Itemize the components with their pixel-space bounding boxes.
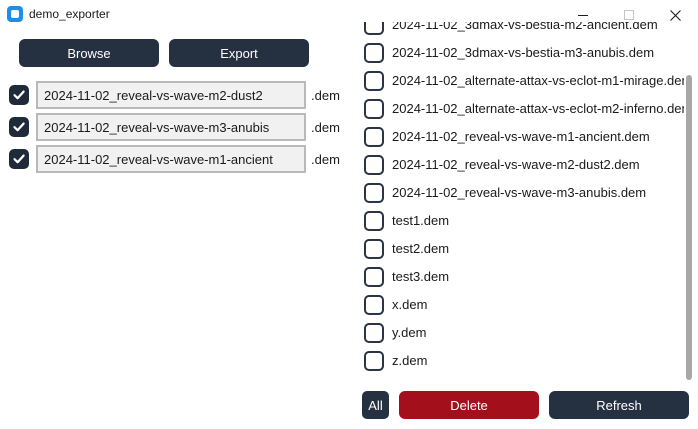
- file-name-label: 2024-11-02_reveal-vs-wave-m2-dust2.dem: [392, 157, 640, 172]
- file-checkbox[interactable]: [364, 211, 384, 231]
- file-list-item[interactable]: test3.dem: [364, 263, 684, 291]
- file-list-item[interactable]: 2024-11-02_3dmax-vs-bestia-m3-anubis.dem: [364, 39, 684, 67]
- file-name-label: 2024-11-02_3dmax-vs-bestia-m2-ancient.de…: [392, 22, 658, 32]
- file-checkbox[interactable]: [364, 127, 384, 147]
- file-name-label: test3.dem: [392, 269, 450, 284]
- file-checkbox[interactable]: [364, 267, 384, 287]
- file-list-item[interactable]: test2.dem: [364, 235, 684, 263]
- file-list-item[interactable]: z.dem: [364, 347, 684, 375]
- close-icon: [669, 9, 681, 21]
- file-list-item[interactable]: x.dem: [364, 291, 684, 319]
- select-all-button[interactable]: All: [362, 391, 389, 419]
- browse-button[interactable]: Browse: [19, 39, 159, 67]
- demo-name-field[interactable]: [36, 81, 306, 109]
- file-list-item[interactable]: test1.dem: [364, 207, 684, 235]
- file-checkbox[interactable]: [364, 351, 384, 371]
- file-checkbox[interactable]: [364, 295, 384, 315]
- file-checkbox[interactable]: [364, 183, 384, 203]
- file-checkbox[interactable]: [364, 239, 384, 259]
- app-icon: [7, 6, 23, 22]
- file-name-label: y.dem: [392, 325, 427, 340]
- file-name-label: 2024-11-02_alternate-attax-vs-eclot-m2-i…: [392, 101, 684, 116]
- file-checkbox[interactable]: [364, 99, 384, 119]
- selected-demo-checkbox[interactable]: [9, 85, 29, 105]
- demo-extension-label: .dem: [311, 88, 340, 103]
- file-list-item[interactable]: 2024-11-02_3dmax-vs-bestia-m2-ancient.de…: [364, 22, 684, 39]
- file-name-label: 2024-11-02_3dmax-vs-bestia-m3-anubis.dem: [392, 45, 655, 60]
- file-checkbox[interactable]: [364, 22, 384, 35]
- selected-demo-checkbox[interactable]: [9, 117, 29, 137]
- export-button[interactable]: Export: [169, 39, 309, 67]
- file-name-label: 2024-11-02_reveal-vs-wave-m1-ancient.dem: [392, 129, 650, 144]
- file-name-label: test1.dem: [392, 213, 450, 228]
- demo-name-field[interactable]: [36, 145, 306, 173]
- file-list-scrollbar[interactable]: [686, 75, 692, 380]
- selected-demo-row: .dem: [9, 81, 349, 109]
- file-name-label: 2024-11-02_reveal-vs-wave-m3-anubis.dem: [392, 185, 647, 200]
- file-list-item[interactable]: 2024-11-02_alternate-attax-vs-eclot-m1-m…: [364, 67, 684, 95]
- file-name-label: x.dem: [392, 297, 428, 312]
- file-list-item[interactable]: 2024-11-02_alternate-attax-vs-eclot-m2-i…: [364, 95, 684, 123]
- maximize-icon: [624, 10, 634, 20]
- demo-name-field[interactable]: [36, 113, 306, 141]
- demo-extension-label: .dem: [311, 152, 340, 167]
- file-checkbox[interactable]: [364, 323, 384, 343]
- file-list-item[interactable]: 2024-11-02_reveal-vs-wave-m3-anubis.dem: [364, 179, 684, 207]
- selected-demo-row: .dem: [9, 145, 349, 173]
- file-checkbox[interactable]: [364, 155, 384, 175]
- file-name-label: z.dem: [392, 353, 428, 368]
- file-list-item[interactable]: 2024-11-02_reveal-vs-wave-m1-ancient.dem: [364, 123, 684, 151]
- file-list-item[interactable]: y.dem: [364, 319, 684, 347]
- file-checkbox[interactable]: [364, 43, 384, 63]
- file-list: 2024-11-02_3dmax-vs-bestia-m2-ancient.de…: [358, 22, 684, 382]
- selected-demo-row: .dem: [9, 113, 349, 141]
- file-name-label: test2.dem: [392, 241, 450, 256]
- demo-extension-label: .dem: [311, 120, 340, 135]
- window-title: demo_exporter: [29, 7, 110, 21]
- file-list-item[interactable]: 2024-11-02_reveal-vs-wave-m2-dust2.dem: [364, 151, 684, 179]
- file-name-label: 2024-11-02_alternate-attax-vs-eclot-m1-m…: [392, 73, 684, 88]
- delete-button[interactable]: Delete: [399, 391, 539, 419]
- refresh-button[interactable]: Refresh: [549, 391, 689, 419]
- selected-demo-checkbox[interactable]: [9, 149, 29, 169]
- minimize-icon: [578, 14, 588, 16]
- file-checkbox[interactable]: [364, 71, 384, 91]
